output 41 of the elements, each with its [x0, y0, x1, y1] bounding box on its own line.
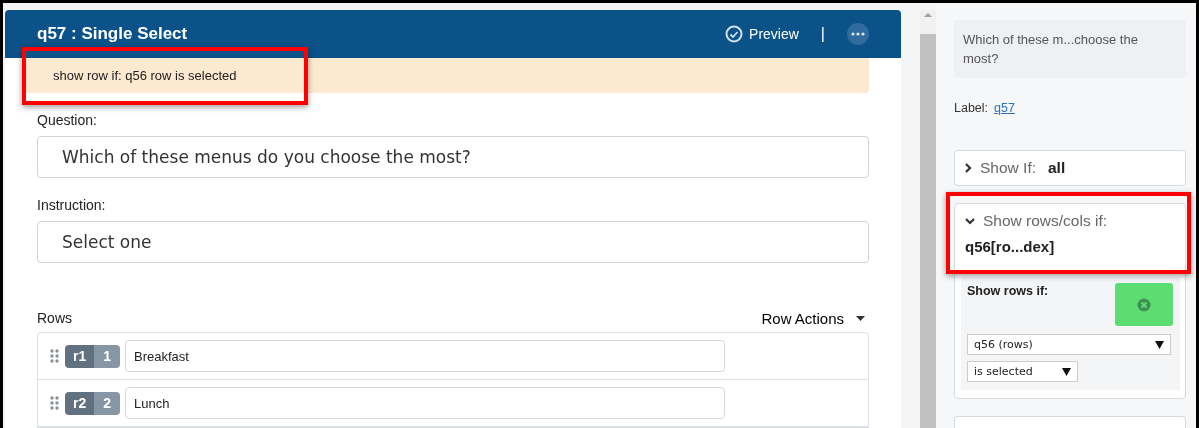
- preview-button[interactable]: Preview: [725, 24, 799, 43]
- question-label: Question:: [37, 112, 98, 128]
- scrollbar[interactable]: [920, 10, 936, 428]
- drag-handle-icon[interactable]: [50, 349, 59, 363]
- chevron-down-icon: [965, 217, 975, 225]
- check-circle-icon: [725, 24, 744, 43]
- label-link[interactable]: q57: [994, 101, 1015, 115]
- dropdown-arrow-icon: [1155, 340, 1164, 349]
- condition-notice: show row if: q56 row is selected: [24, 57, 869, 93]
- question-title: q57 : Single Select: [37, 23, 189, 44]
- condition-label: Show rows if:: [967, 283, 1049, 300]
- drag-handle-icon[interactable]: [50, 396, 59, 410]
- section-title: Show rows/cols if:: [983, 212, 1108, 230]
- question-select[interactable]: q56 (rows): [967, 334, 1171, 355]
- caret-icon: [856, 315, 865, 321]
- row-index-badge: 1: [94, 344, 121, 368]
- close-icon: [1137, 297, 1151, 312]
- chevron-right-icon: [965, 163, 972, 173]
- operator-select[interactable]: is selected: [967, 361, 1078, 382]
- row-text-field[interactable]: Lunch: [125, 387, 726, 419]
- instruction-field[interactable]: Select one: [37, 221, 869, 263]
- more-icon: [851, 31, 865, 36]
- separator-text: |: [820, 24, 825, 43]
- instruction-label: Instruction:: [37, 197, 107, 213]
- row-id-badge: r2: [65, 391, 95, 415]
- row-actions-button[interactable]: Row Actions: [761, 309, 865, 327]
- section-toggle[interactable]: Show rows/cols if:: [955, 204, 1185, 238]
- rows-label: Rows: [37, 310, 73, 326]
- row-text-field[interactable]: Breakfast: [125, 340, 726, 372]
- section-toggle[interactable]: Show If: all: [955, 151, 1185, 185]
- section-value: all: [1048, 159, 1066, 177]
- row-index-badge: 2: [94, 391, 121, 415]
- question-field[interactable]: Which of these menus do you choose the most?: [37, 136, 869, 178]
- question-preview: Which of these m...choose the most?: [954, 20, 1186, 78]
- more-button[interactable]: [847, 22, 869, 45]
- remove-button[interactable]: [1115, 283, 1173, 326]
- section-value: q56[ro...dex]: [964, 238, 1056, 257]
- section-title: Show If:: [980, 159, 1036, 177]
- label-caption: Label:: [954, 101, 989, 115]
- row-id-badge: r1: [65, 344, 95, 368]
- dropdown-arrow-icon: [1062, 367, 1071, 376]
